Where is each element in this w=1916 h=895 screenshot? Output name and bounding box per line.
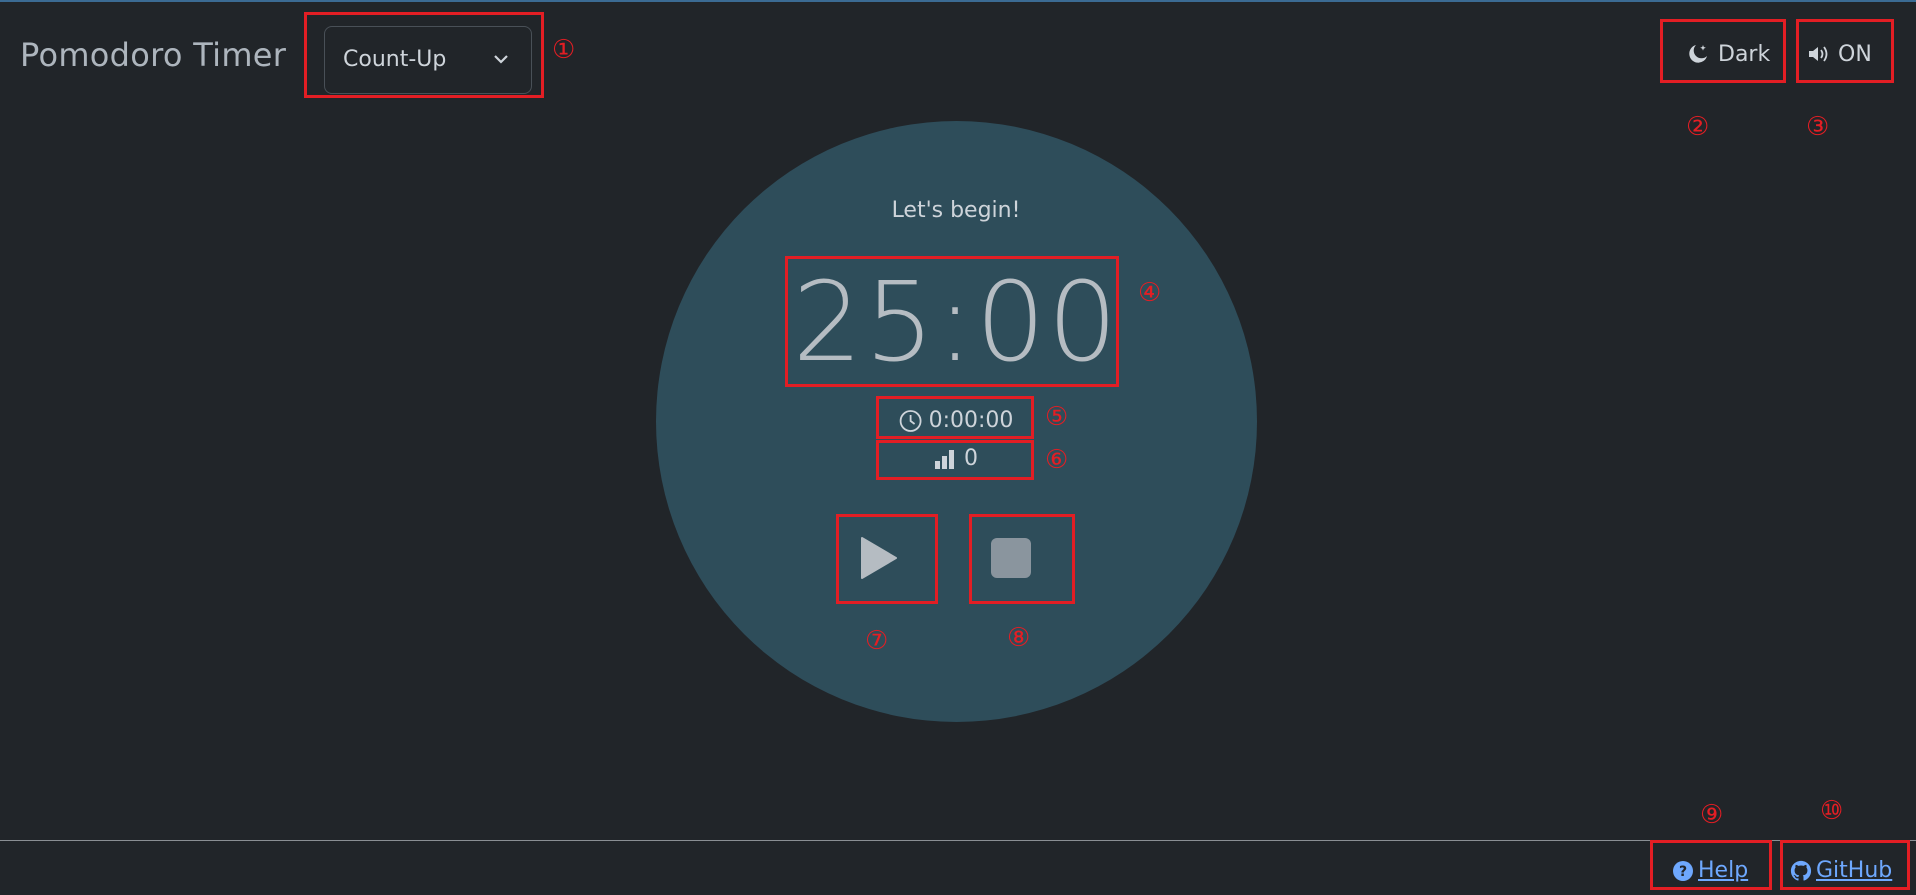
- annotation-number: ④: [1138, 278, 1162, 308]
- annotation-box: [1660, 19, 1786, 83]
- annotation-box: [785, 256, 1119, 387]
- annotation-box: [304, 12, 544, 98]
- annotation-number: ②: [1686, 112, 1710, 142]
- annotation-box: [836, 514, 938, 604]
- annotation-box: [1650, 840, 1772, 890]
- top-border: [0, 0, 1916, 2]
- annotation-box: [876, 396, 1034, 439]
- annotation-number: ⑩: [1820, 796, 1844, 826]
- annotation-number: ⑧: [1007, 623, 1031, 653]
- timer-status-text: Let's begin!: [891, 198, 1021, 223]
- annotation-number: ⑥: [1045, 445, 1069, 475]
- annotation-number: ⑦: [865, 626, 889, 656]
- annotation-number: ⑨: [1700, 800, 1724, 830]
- app-title: Pomodoro Timer: [20, 36, 287, 74]
- annotation-number: ③: [1806, 112, 1830, 142]
- footer-divider: [0, 840, 1916, 841]
- annotation-number: ⑤: [1045, 402, 1069, 432]
- annotation-box: [1780, 840, 1910, 890]
- annotation-number: ①: [552, 35, 576, 65]
- annotation-box: [969, 514, 1075, 604]
- annotation-box: [1796, 19, 1894, 83]
- annotation-box: [876, 440, 1034, 480]
